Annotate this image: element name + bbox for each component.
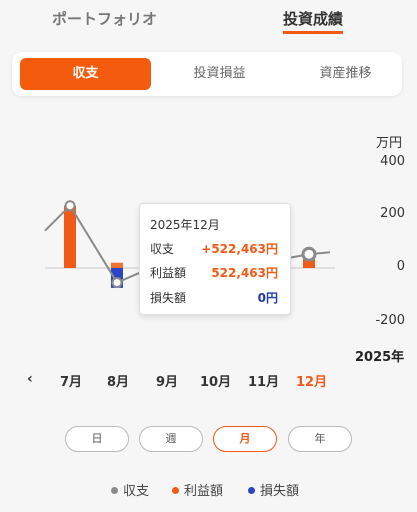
month-navigation: ‹ 7月 8月 9月 10月 11月 12月 [0, 371, 417, 391]
tooltip-label: 収支 [150, 242, 175, 256]
income-point [64, 200, 76, 212]
chart-mode-segmented-control: 収支 投資損益 資産推移 [12, 52, 402, 96]
legend-item-income: 収支 [111, 480, 149, 499]
profit-bar [64, 205, 76, 268]
period-year-button[interactable]: 年 [288, 426, 352, 452]
period-month-button[interactable]: 月 [213, 426, 277, 452]
legend-dot-icon [172, 487, 179, 494]
tab-portfolio[interactable]: ポートフォリオ [52, 8, 157, 29]
tooltip-label: 利益額 [150, 266, 187, 280]
period-day-button[interactable]: 日 [65, 426, 129, 452]
tooltip-value: 522,463円 [211, 266, 278, 280]
tab-investment-performance[interactable]: 投資成績 [283, 8, 343, 29]
legend-label: 損失額 [260, 484, 300, 499]
income-point [111, 277, 123, 289]
month-label[interactable]: 7月 [60, 371, 82, 390]
legend-item-profit: 利益額 [172, 480, 223, 499]
top-tabs: ポートフォリオ 投資成績 [0, 0, 417, 36]
month-label[interactable]: 8月 [107, 371, 129, 390]
segment-asset-trend[interactable]: 資産推移 [280, 58, 411, 90]
segment-investment-pnl[interactable]: 投資損益 [154, 58, 285, 90]
tooltip-value: 0円 [257, 291, 278, 305]
tooltip-label: 損失額 [150, 291, 187, 305]
chart-legend: 収支 利益額 損失額 [0, 480, 417, 500]
profit-bar [111, 262, 123, 268]
month-label-selected[interactable]: 12月 [296, 371, 327, 390]
legend-label: 利益額 [184, 484, 224, 499]
segment-income[interactable]: 収支 [20, 58, 151, 90]
legend-label: 収支 [123, 484, 150, 499]
period-week-button[interactable]: 週 [139, 426, 203, 452]
month-label[interactable]: 11月 [248, 371, 279, 390]
month-label[interactable]: 9月 [156, 371, 178, 390]
legend-item-loss: 損失額 [248, 480, 299, 499]
month-label[interactable]: 10月 [200, 371, 231, 390]
legend-dot-icon [248, 487, 255, 494]
income-point [301, 246, 317, 262]
active-tab-indicator [283, 31, 343, 34]
tooltip-value: +522,463円 [201, 242, 278, 256]
chevron-left-icon[interactable]: ‹ [27, 371, 33, 387]
legend-dot-icon [111, 487, 118, 494]
tooltip-title: 2025年12月 [150, 218, 220, 232]
chart-tooltip: 2025年12月 収支 +522,463円 利益額 522,463円 損失額 0… [139, 203, 291, 315]
